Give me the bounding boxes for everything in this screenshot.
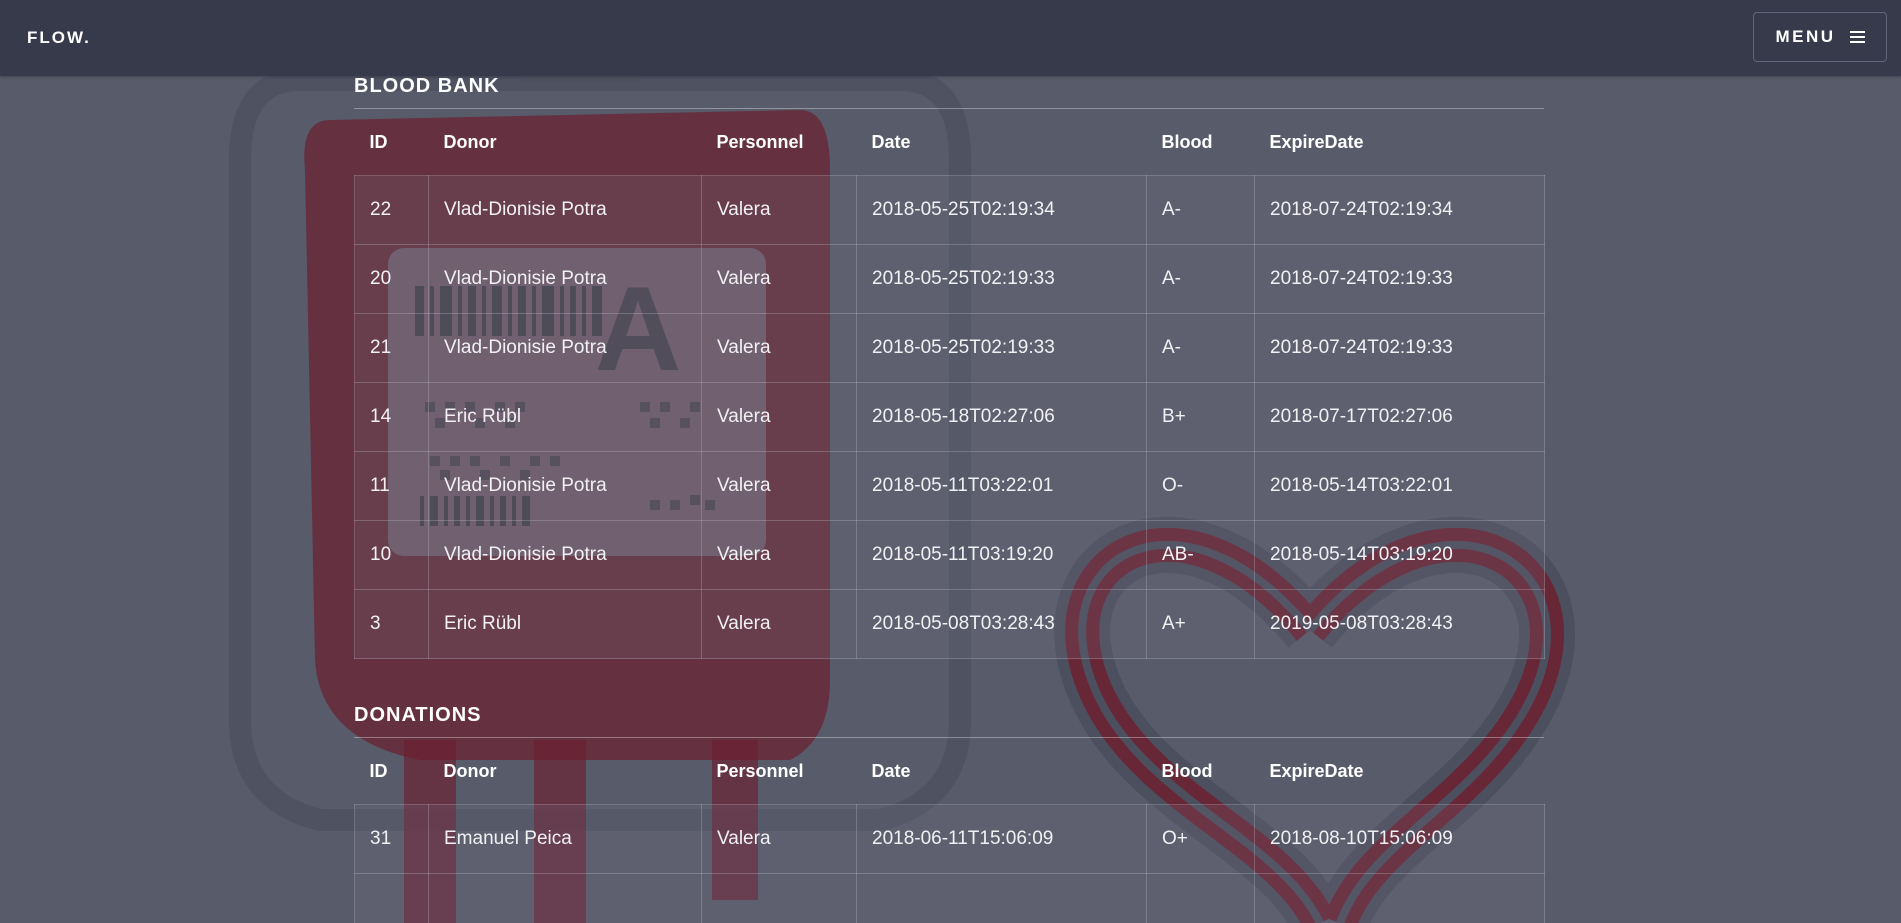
cell-blood: O- [1146,451,1255,521]
cell-personnel: Valera [701,382,857,452]
cell-personnel: Valera [701,589,857,659]
column-header-id: ID [369,760,388,781]
cell-expire-date: 2018-08-10T15:06:09 [1254,804,1545,874]
cell-date: 2018-06-11T15:06:09 [856,804,1147,874]
cell-personnel: Valera [701,520,857,590]
cell-personnel: Valera [701,175,857,245]
cell-donor: Vlad-Dionisie Potra [428,244,702,314]
cell-donor: Eric Rübl [428,589,702,659]
donations-section: DONATIONS ID Donor Personnel Date Blood … [354,703,1545,923]
table-row: 3 Eric Rübl Valera 2018-05-08T03:28:43 A… [354,589,1545,659]
column-header-date: Date [871,131,911,152]
cell-donor: Vlad-Dionisie Potra [428,175,702,245]
cell-expire-date: 2018-07-24T02:19:33 [1254,244,1545,314]
blood-bank-section: BLOOD BANK ID Donor Personnel Date Blood… [354,74,1545,659]
cell-date: 2018-05-25T02:19:33 [856,244,1147,314]
cell-personnel: Valera [701,804,857,874]
cell-personnel: Valera [701,451,857,521]
cell-personnel [701,873,857,923]
table-row [354,873,1545,923]
donations-table: ID Donor Personnel Date Blood ExpireDate… [354,738,1545,923]
cell-expire-date: 2018-05-14T03:22:01 [1254,451,1545,521]
column-header-personnel: Personnel [716,131,804,152]
cell-expire-date: 2018-07-17T02:27:06 [1254,382,1545,452]
cell-id: 3 [354,589,429,659]
table-row: 11 Vlad-Dionisie Potra Valera 2018-05-11… [354,451,1545,521]
cell-id: 22 [354,175,429,245]
cell-id: 14 [354,382,429,452]
column-header-donor: Donor [443,131,497,152]
cell-donor: Vlad-Dionisie Potra [428,313,702,383]
column-header-expire-date: ExpireDate [1269,131,1364,152]
cell-date: 2018-05-18T02:27:06 [856,382,1147,452]
blood-bank-table: ID Donor Personnel Date Blood ExpireDate… [354,109,1545,659]
cell-date: 2018-05-25T02:19:34 [856,175,1147,245]
cell-expire-date: 2019-05-08T03:28:43 [1254,589,1545,659]
cell-expire-date: 2018-07-24T02:19:34 [1254,175,1545,245]
cell-expire-date: 2018-05-14T03:19:20 [1254,520,1545,590]
table-header-row: ID Donor Personnel Date Blood ExpireDate [355,738,1545,805]
cell-donor: Vlad-Dionisie Potra [428,520,702,590]
column-header-blood: Blood [1161,131,1213,152]
cell-expire-date: 2018-07-24T02:19:33 [1254,313,1545,383]
cell-donor: Vlad-Dionisie Potra [428,451,702,521]
column-header-date: Date [871,760,911,781]
column-header-blood: Blood [1161,760,1213,781]
page: A FLOW. MENU BLOOD BANK ID Donor Personn… [0,0,1901,923]
cell-date [856,873,1147,923]
cell-id: 31 [354,804,429,874]
cell-blood: A- [1146,244,1255,314]
table-header-row: ID Donor Personnel Date Blood ExpireDate [355,109,1545,176]
cell-date: 2018-05-11T03:22:01 [856,451,1147,521]
cell-blood: B+ [1146,382,1255,452]
cell-blood: A- [1146,313,1255,383]
cell-expire-date [1254,873,1545,923]
column-header-donor: Donor [443,760,497,781]
column-header-expire-date: ExpireDate [1269,760,1364,781]
cell-blood: O+ [1146,804,1255,874]
cell-blood: AB- [1146,520,1255,590]
cell-personnel: Valera [701,313,857,383]
column-header-personnel: Personnel [716,760,804,781]
cell-donor: Eric Rübl [428,382,702,452]
cell-date: 2018-05-08T03:28:43 [856,589,1147,659]
cell-blood [1146,873,1255,923]
cell-id [354,873,429,923]
cell-id: 20 [354,244,429,314]
section-title-blood-bank: BLOOD BANK [354,74,1544,109]
section-title-donations: DONATIONS [354,703,1544,738]
cell-donor [428,873,702,923]
cell-donor: Emanuel Peica [428,804,702,874]
cell-personnel: Valera [701,244,857,314]
cell-blood: A- [1146,175,1255,245]
cell-date: 2018-05-11T03:19:20 [856,520,1147,590]
table-row: 10 Vlad-Dionisie Potra Valera 2018-05-11… [354,520,1545,590]
table-row: 22 Vlad-Dionisie Potra Valera 2018-05-25… [354,175,1545,245]
table-row: 31 Emanuel Peica Valera 2018-06-11T15:06… [354,804,1545,874]
cell-date: 2018-05-25T02:19:33 [856,313,1147,383]
cell-id: 10 [354,520,429,590]
table-row: 14 Eric Rübl Valera 2018-05-18T02:27:06 … [354,382,1545,452]
hamburger-icon [1849,31,1865,43]
cell-id: 11 [354,451,429,521]
column-header-id: ID [369,131,388,152]
top-navbar: FLOW. MENU [0,0,1901,76]
menu-label: MENU [1775,27,1836,46]
brand-logo[interactable]: FLOW. [27,28,91,48]
main-content: BLOOD BANK ID Donor Personnel Date Blood… [354,74,1545,923]
cell-id: 21 [354,313,429,383]
menu-button[interactable]: MENU [1753,12,1887,62]
table-row: 20 Vlad-Dionisie Potra Valera 2018-05-25… [354,244,1545,314]
table-row: 21 Vlad-Dionisie Potra Valera 2018-05-25… [354,313,1545,383]
cell-blood: A+ [1146,589,1255,659]
